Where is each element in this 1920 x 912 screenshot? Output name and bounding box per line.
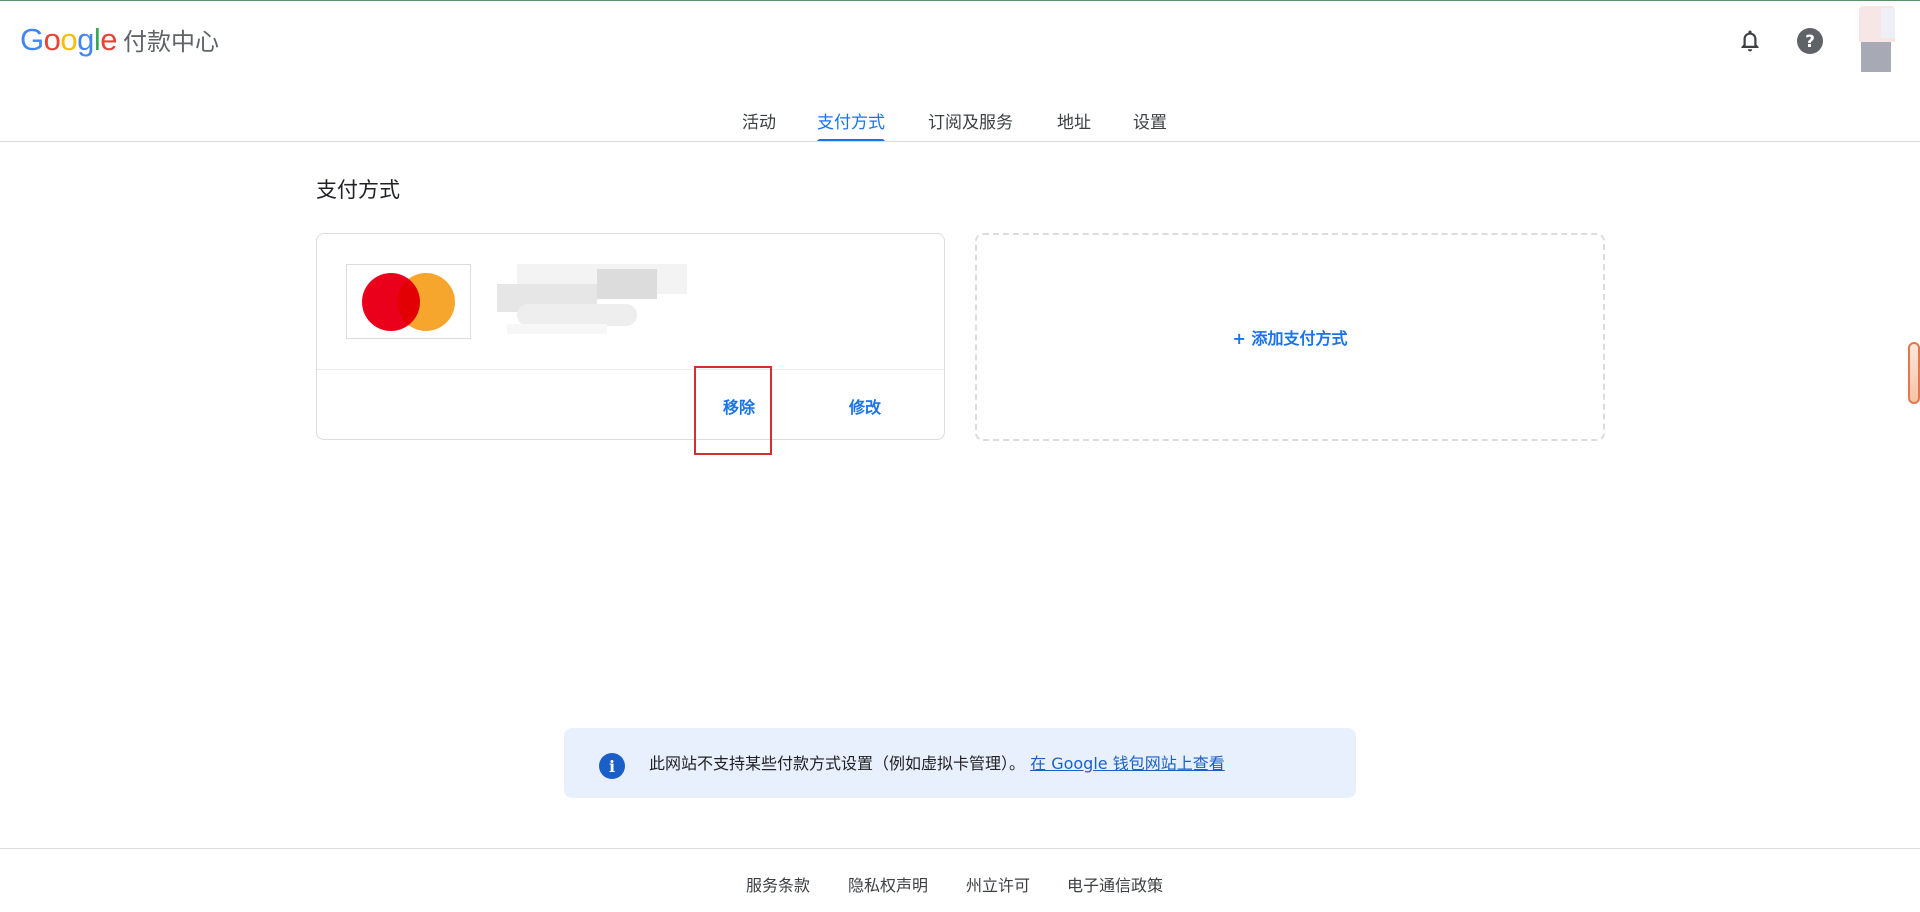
logo-letter: e: [100, 22, 118, 57]
tab-addresses[interactable]: 地址: [1057, 108, 1091, 142]
svg-text:?: ?: [1805, 32, 1815, 52]
payment-method-card: 移除 修改: [316, 233, 945, 440]
tab-subscriptions[interactable]: 订阅及服务: [928, 108, 1013, 142]
logo-letter: o: [60, 22, 78, 57]
footer-link-state-licenses[interactable]: 州立许可: [966, 872, 1030, 896]
mastercard-logo: [346, 264, 471, 339]
help-circle-icon[interactable]: ?: [1794, 25, 1826, 57]
add-payment-method-button[interactable]: + 添加支付方式: [975, 233, 1605, 441]
add-payment-method-label: + 添加支付方式: [1232, 329, 1348, 348]
nav-tabs: 活动 支付方式 订阅及服务 地址 设置: [0, 100, 1920, 142]
banner-text: 此网站不支持某些付款方式设置（例如虚拟卡管理）。 在 Google 钱包网站上查…: [649, 750, 1225, 774]
footer-link-privacy[interactable]: 隐私权声明: [848, 872, 928, 896]
tabs-divider: [0, 141, 1920, 142]
tab-payment-methods[interactable]: 支付方式: [817, 108, 885, 142]
bell-icon[interactable]: [1734, 25, 1766, 57]
product-name: 付款中心: [123, 28, 220, 56]
footer-divider: [0, 848, 1920, 849]
scrollbar-thumb[interactable]: [1908, 342, 1920, 404]
avatar-block: [1861, 42, 1891, 72]
redaction-block: [507, 324, 607, 334]
banner-message: 此网站不支持某些付款方式设置（例如虚拟卡管理）。: [649, 754, 1026, 773]
logo-letter: G: [20, 22, 44, 57]
mastercard-orange-circle: [397, 273, 455, 331]
tab-activity[interactable]: 活动: [742, 108, 776, 142]
redaction-block: [597, 269, 657, 299]
tab-settings[interactable]: 设置: [1133, 108, 1167, 142]
redaction-block: [517, 304, 637, 326]
page-title: 支付方式: [316, 178, 400, 202]
google-payments-logo[interactable]: Google 付款中心: [20, 22, 219, 58]
info-icon: i: [599, 753, 625, 779]
google-wallet-link[interactable]: 在 Google 钱包网站上查看: [1030, 754, 1225, 773]
logo-letter: o: [43, 22, 61, 57]
remove-highlight-box: [694, 366, 772, 455]
avatar[interactable]: [1857, 6, 1899, 72]
footer-link-terms[interactable]: 服务条款: [746, 872, 810, 896]
header: Google 付款中心 ?: [0, 0, 1920, 80]
footer-link-e-communications[interactable]: 电子通信政策: [1067, 872, 1163, 896]
edit-button[interactable]: 修改: [849, 394, 881, 418]
card-divider: [317, 369, 944, 370]
logo-letter: g: [77, 22, 94, 57]
google-wordmark: Google: [20, 22, 118, 58]
info-banner: i 此网站不支持某些付款方式设置（例如虚拟卡管理）。 在 Google 钱包网站…: [564, 728, 1356, 798]
avatar-block: [1881, 8, 1895, 38]
redacted-card-details: [497, 264, 697, 334]
